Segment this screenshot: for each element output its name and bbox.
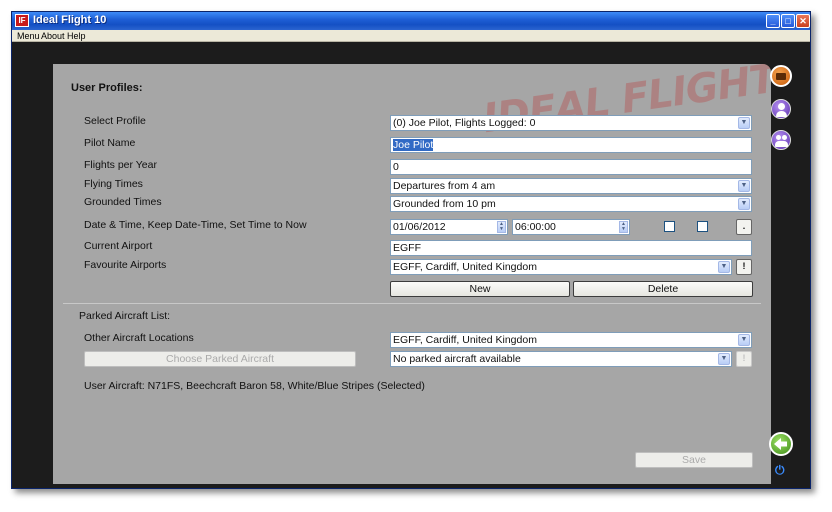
other-locations-value: EGFF, Cardiff, United Kingdom [393,334,537,346]
time-value: 06:00:00 [515,221,556,233]
chevron-down-icon[interactable]: ▼ [738,180,750,192]
new-button[interactable]: New [390,281,570,297]
app-window: IF Ideal Flight 10 _ □ ✕ Menu About Help… [11,11,811,489]
chevron-down-icon[interactable]: ▼ [718,353,730,365]
current-airport-label: Current Airport [84,240,153,252]
keep-date-time-checkbox[interactable] [664,221,675,232]
flying-times-value: Departures from 4 am [393,180,496,192]
current-airport-value: EGFF [393,242,421,254]
parked-aircraft-dropdown[interactable]: No parked aircraft available ▼ [390,351,732,367]
chevron-down-icon[interactable]: ▼ [738,117,750,129]
delete-button[interactable]: Delete [573,281,753,297]
back-arrow-icon[interactable] [769,432,793,456]
time-spinner[interactable]: ▲ ▼ [619,221,628,233]
time-input[interactable]: 06:00:00 ▲ ▼ [512,219,630,235]
pilot-name-input[interactable]: Joe Pilot [390,137,752,153]
main-panel: IDEAL FLIGHT User Profiles: Select Profi… [53,64,771,484]
maximize-button[interactable]: □ [781,14,795,28]
grounded-times-dropdown[interactable]: Grounded from 10 pm ▼ [390,196,752,212]
flying-times-dropdown[interactable]: Departures from 4 am ▼ [390,178,752,194]
title-bar[interactable]: IF Ideal Flight 10 _ □ ✕ [12,12,810,30]
section-divider [63,303,761,304]
select-profile-dropdown[interactable]: (0) Joe Pilot, Flights Logged: 0 ▼ [390,115,752,131]
menu-item-help[interactable]: Help [67,30,86,42]
menu-item-about[interactable]: About [41,30,65,42]
power-icon[interactable]: ⏻ [775,463,785,478]
date-spinner[interactable]: ▲ ▼ [497,221,506,233]
window-title: Ideal Flight 10 [33,14,107,26]
chevron-down-icon[interactable]: ▼ [718,261,730,273]
pilot-name-value: Joe Pilot [393,139,434,151]
favourite-airports-value: EGFF, Cardiff, United Kingdom [393,261,537,273]
pilot-name-label: Pilot Name [84,137,136,149]
grounded-times-label: Grounded Times [84,196,162,208]
date-time-dot-button[interactable]: . [736,219,752,235]
flying-times-label: Flying Times [84,178,143,190]
favourite-airports-action-button[interactable]: ! [736,259,752,275]
folder-icon[interactable] [770,65,792,87]
profile-icon[interactable] [771,99,791,119]
flights-per-year-input[interactable]: 0 [390,159,752,175]
flights-per-year-label: Flights per Year [84,159,157,171]
select-profile-label: Select Profile [84,115,146,127]
user-profiles-heading: User Profiles: [71,82,143,94]
flights-per-year-value: 0 [393,161,399,173]
chevron-down-icon[interactable]: ▼ [738,198,750,210]
date-input[interactable]: 01/06/2012 ▲ ▼ [390,219,508,235]
current-airport-input[interactable]: EGFF [390,240,752,256]
parked-aircraft-heading: Parked Aircraft List: [79,310,171,322]
other-locations-dropdown[interactable]: EGFF, Cardiff, United Kingdom ▼ [390,332,752,348]
menu-bar: Menu About Help [12,30,810,42]
set-time-now-checkbox[interactable] [697,221,708,232]
date-time-label: Date & Time, Keep Date-Time, Set Time to… [84,219,307,231]
menu-item-menu[interactable]: Menu [17,30,40,42]
favourite-airports-dropdown[interactable]: EGFF, Cardiff, United Kingdom ▼ [390,259,732,275]
grounded-times-value: Grounded from 10 pm [393,198,496,210]
parked-aircraft-action-button[interactable]: ! [736,351,752,367]
other-locations-label: Other Aircraft Locations [84,332,194,344]
user-aircraft-text: User Aircraft: N71FS, Beechcraft Baron 5… [84,380,425,392]
parked-aircraft-value: No parked aircraft available [393,353,521,365]
choose-parked-aircraft-button[interactable]: Choose Parked Aircraft [84,351,356,367]
close-button[interactable]: ✕ [796,14,810,28]
save-button[interactable]: Save [635,452,753,468]
crew-icon[interactable] [771,130,791,150]
date-value: 01/06/2012 [393,221,446,233]
favourite-airports-label: Favourite Airports [84,259,167,271]
chevron-down-icon[interactable]: ▼ [738,334,750,346]
app-icon: IF [15,14,29,27]
minimize-button[interactable]: _ [766,14,780,28]
select-profile-value: (0) Joe Pilot, Flights Logged: 0 [393,117,536,129]
